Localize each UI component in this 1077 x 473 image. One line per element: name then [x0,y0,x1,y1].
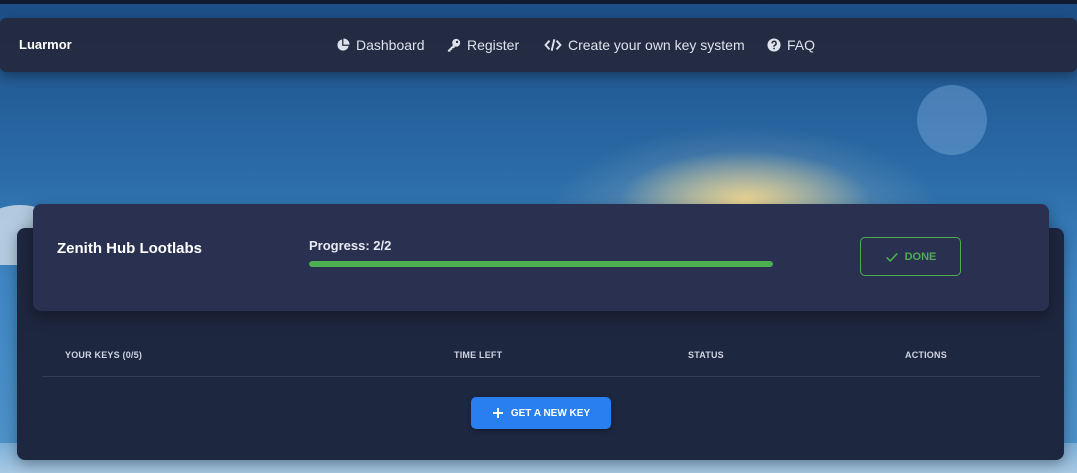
nav-create-key-system[interactable]: Create your own key system [544,35,745,55]
header-time-left: TIME LEFT [454,350,503,360]
nav-faq-label: FAQ [787,37,816,53]
nav-faq[interactable]: FAQ [767,35,815,55]
brand-logo[interactable]: Luarmor [19,37,72,52]
get-new-key-button[interactable]: GET A NEW KEY [471,397,611,429]
key-system-title: Zenith Hub Lootlabs [57,240,202,257]
get-new-key-label: GET A NEW KEY [510,407,591,419]
progress-bar [309,261,773,267]
question-circle-icon [767,38,781,52]
background-cloud [917,85,987,155]
nav-dashboard-label: Dashboard [356,37,425,53]
header-actions: ACTIONS [905,350,947,360]
top-strip [0,0,1077,4]
nav-register[interactable]: Register [447,35,519,55]
table-divider [42,376,1040,377]
plus-icon [492,408,503,418]
header-status: STATUS [688,350,724,360]
progress-bar-fill [309,261,773,267]
nav-register-label: Register [467,37,520,53]
check-icon [885,252,898,262]
nav-dashboard[interactable]: Dashboard [336,35,425,55]
navbar: Luarmor Dashboard Register Create your o… [0,18,1077,72]
code-icon [544,39,562,51]
key-system-card: Zenith Hub Lootlabs Progress: 2/2 DONE [33,204,1049,311]
progress-label: Progress: 2/2 [309,238,392,253]
done-button-label: DONE [904,250,937,263]
nav-create-label: Create your own key system [568,37,745,53]
done-button[interactable]: DONE [860,237,961,276]
key-icon [447,38,461,52]
header-your-keys: YOUR KEYS (0/5) [65,350,143,360]
pie-chart-icon [337,38,350,51]
